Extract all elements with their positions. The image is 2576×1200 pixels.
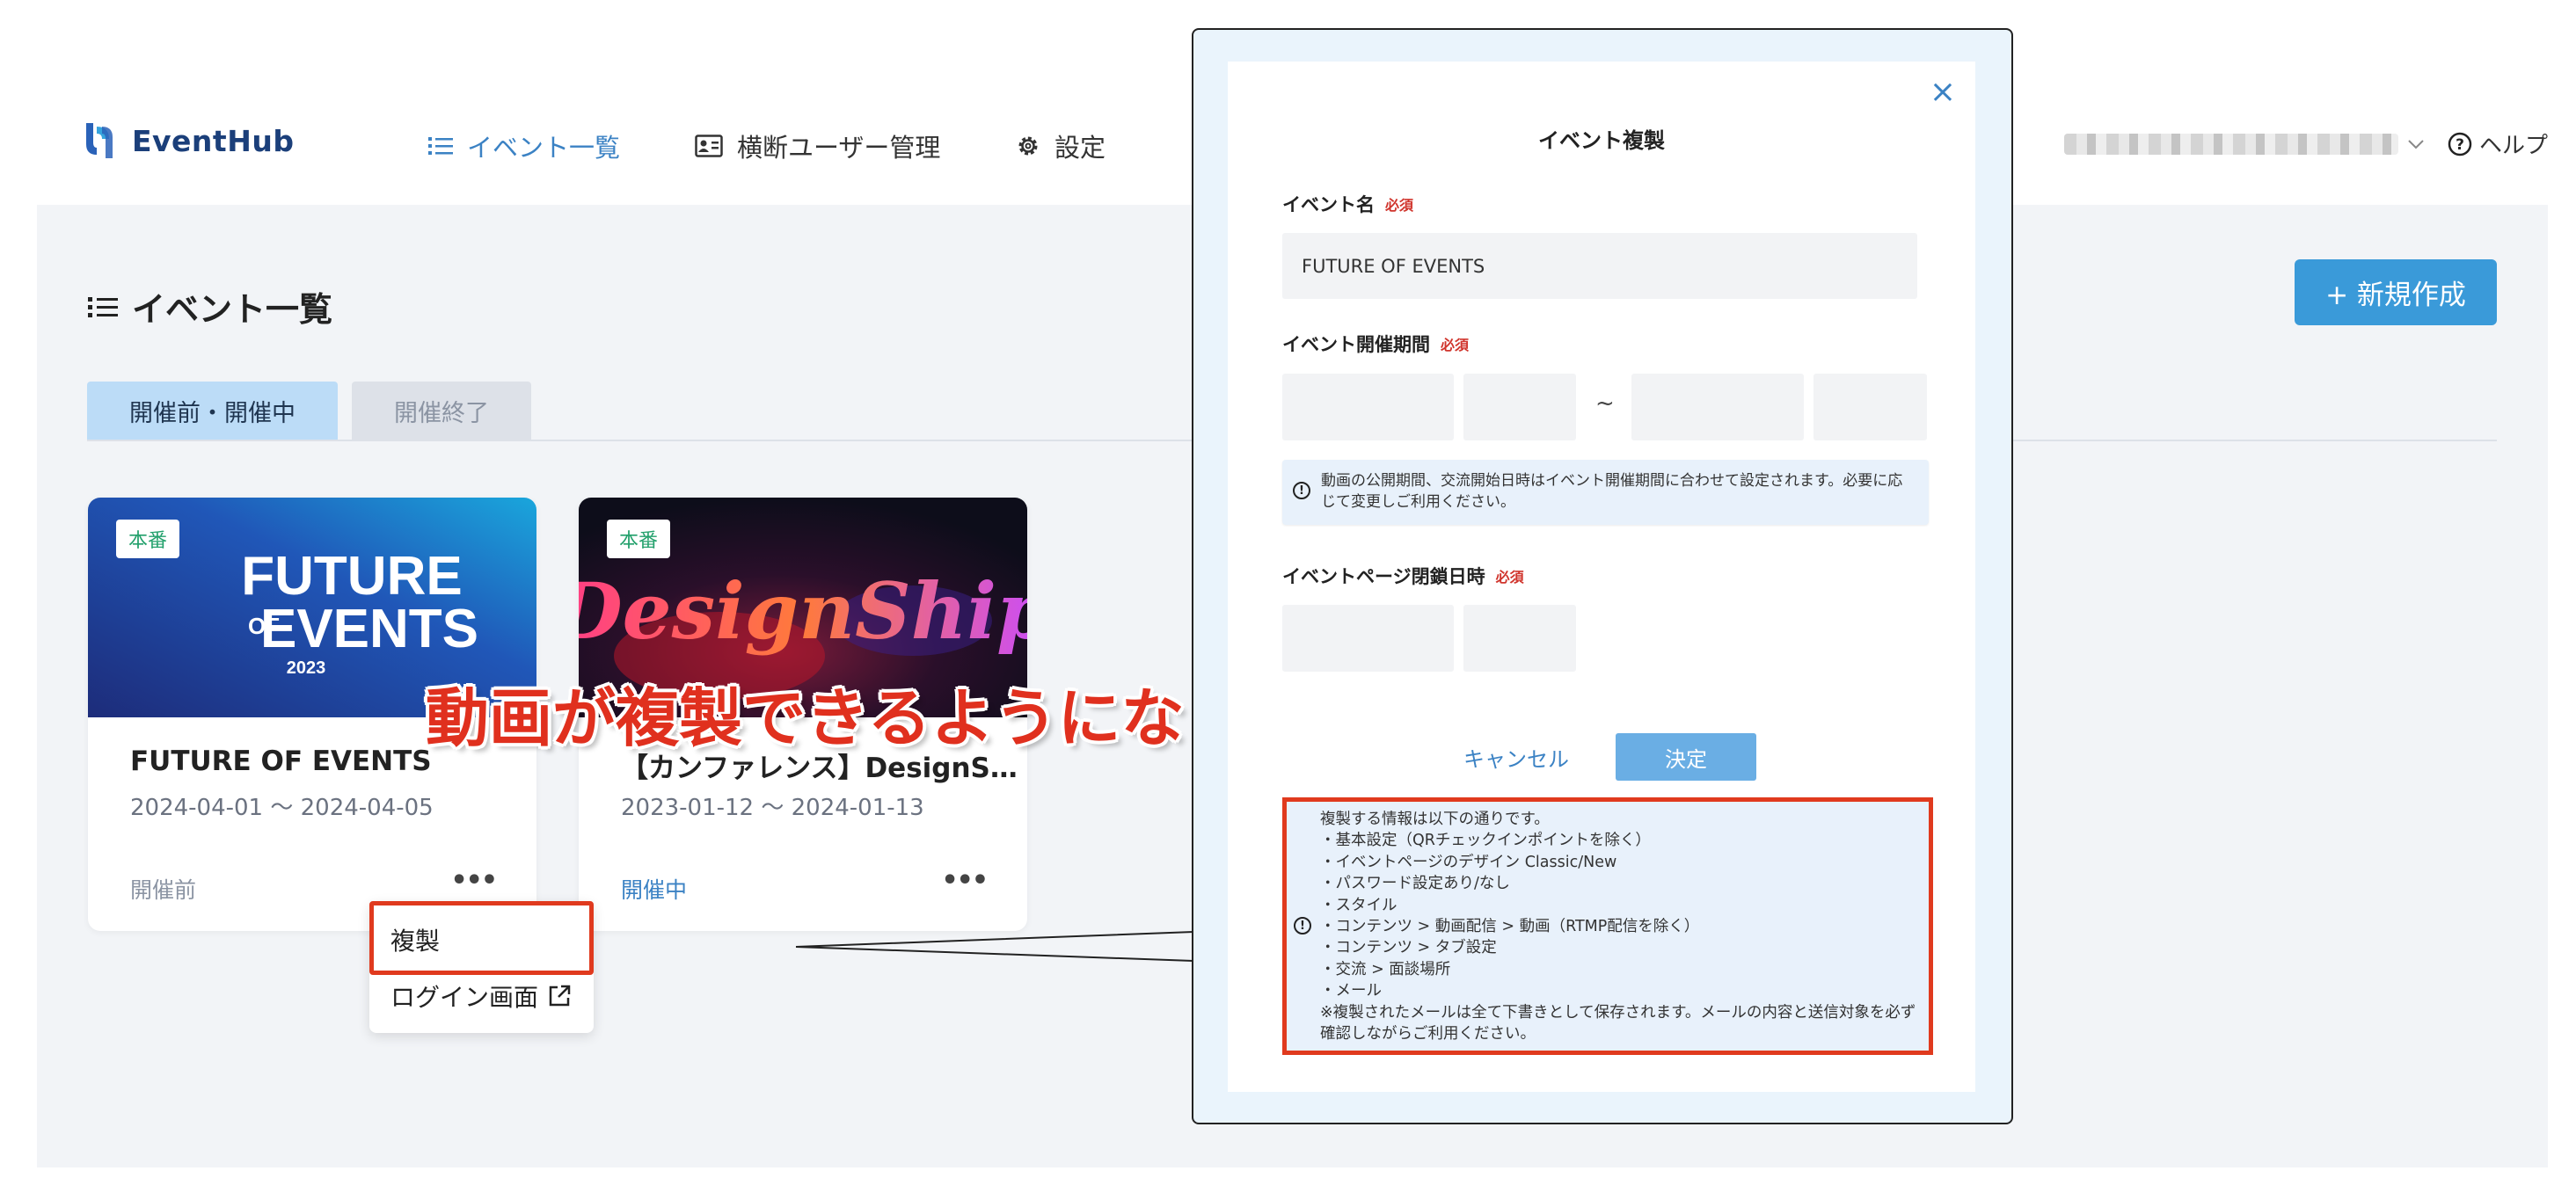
note-line: ・基本設定（QRチェックインポイントを除く） bbox=[1320, 832, 1651, 850]
tab-upcoming-ongoing[interactable]: 開催前・開催中 bbox=[87, 382, 338, 440]
confirm-button[interactable]: 決定 bbox=[1616, 733, 1756, 781]
tab-finished[interactable]: 開催終了 bbox=[352, 382, 531, 440]
note-line: ・スタイル bbox=[1320, 896, 1397, 914]
close-icon[interactable]: × bbox=[1930, 74, 1956, 110]
period-start-time-input[interactable] bbox=[1463, 374, 1576, 440]
nav-event-list-label: イベント一覧 bbox=[467, 133, 621, 163]
new-event-button[interactable]: + 新規作成 bbox=[2295, 259, 2497, 325]
note-line: ・コンテンツ > 動画配信 > 動画（RTMP配信を除く） bbox=[1320, 918, 1700, 936]
nav-settings[interactable]: 設定 bbox=[1016, 127, 1106, 164]
note-line: 複製する情報は以下の通りです。 bbox=[1320, 811, 1550, 828]
eventhub-logo-icon bbox=[86, 123, 113, 158]
page-title: イベント一覧 bbox=[88, 282, 332, 331]
more-options-button[interactable]: ••• bbox=[941, 865, 989, 896]
event-name-input[interactable]: FUTURE OF EVENTS bbox=[1282, 233, 1917, 299]
required-mark: 必須 bbox=[1385, 197, 1414, 214]
chevron-down-icon bbox=[2408, 139, 2424, 149]
event-name-label-text: イベント名 bbox=[1282, 194, 1375, 215]
nav-settings-label: 設定 bbox=[1054, 133, 1106, 163]
event-dates: 2023-01-12 〜 2024-01-13 bbox=[621, 795, 924, 821]
dialog-title: イベント複製 bbox=[1538, 128, 1665, 153]
note-line: 確認しながらご利用ください。 bbox=[1320, 1025, 1536, 1044]
menu-item-login-page-label: ログイン画面 bbox=[390, 983, 539, 1012]
help-label: ヘルプ bbox=[2478, 133, 2548, 159]
svg-text:DesignShip: DesignShip bbox=[579, 565, 1027, 657]
nav-cross-user-management[interactable]: 横断ユーザー管理 bbox=[695, 127, 940, 164]
production-badge: 本番 bbox=[116, 520, 180, 558]
nav-cross-user-management-label: 横断ユーザー管理 bbox=[737, 133, 941, 163]
nav-event-list[interactable]: イベント一覧 bbox=[428, 127, 620, 164]
svg-text:?: ? bbox=[2456, 136, 2464, 154]
list-icon bbox=[88, 296, 118, 317]
svg-text:FUTURE: FUTURE bbox=[241, 546, 462, 607]
brand-name: EventHub bbox=[132, 123, 295, 158]
help-link[interactable]: ? ヘルプ bbox=[2448, 127, 2548, 160]
page-close-time-input[interactable] bbox=[1463, 605, 1576, 672]
note-line: ・メール bbox=[1320, 982, 1382, 1000]
svg-text:EVENTS: EVENTS bbox=[260, 599, 478, 659]
gear-icon bbox=[1018, 136, 1038, 156]
event-period-label-text: イベント開催期間 bbox=[1282, 334, 1430, 355]
period-info-box: ! 動画の公開期間、交流開始日時はイベント開催期間に合わせて設定されます。必要に… bbox=[1282, 460, 1929, 525]
page-close-label-text: イベントページ閉鎖日時 bbox=[1282, 566, 1485, 587]
eventhub-logo[interactable]: EventHub bbox=[79, 118, 294, 164]
cancel-button[interactable]: キャンセル bbox=[1463, 742, 1569, 773]
menu-item-duplicate[interactable]: 複製 bbox=[390, 922, 440, 957]
menu-item-login-page[interactable]: ログイン画面 bbox=[390, 978, 572, 1014]
required-mark: 必須 bbox=[1441, 337, 1470, 353]
svg-text:2023: 2023 bbox=[287, 658, 326, 678]
page-close-datetime-label: イベントページ閉鎖日時 必須 bbox=[1282, 563, 1524, 589]
event-dates: 2024-04-01 〜 2024-04-05 bbox=[130, 795, 434, 821]
list-icon bbox=[428, 137, 453, 155]
note-lines: 複製する情報は以下の通りです。・基本設定（QRチェックインポイントを除く） ・イベ… bbox=[1320, 809, 1916, 1044]
page-title-text: イベント一覧 bbox=[132, 290, 333, 329]
production-badge: 本番 bbox=[607, 520, 671, 558]
period-start-date-input[interactable] bbox=[1282, 374, 1454, 440]
duplicated-items-note: ! 複製する情報は以下の通りです。・基本設定（QRチェックインポイントを除く） ・… bbox=[1282, 797, 1933, 1055]
info-icon: ! bbox=[1293, 482, 1310, 499]
info-icon: ! bbox=[1294, 917, 1311, 935]
period-separator: ~ bbox=[1595, 390, 1615, 417]
help-icon: ? bbox=[2448, 132, 2472, 156]
event-period-label: イベント開催期間 必須 bbox=[1282, 331, 1469, 357]
screen: EventHub イベント一覧 横断ユーザー管理 設定 ? ヘルプ イベント一覧… bbox=[0, 0, 2576, 1200]
note-line: ・コンテンツ > タブ設定 bbox=[1320, 939, 1497, 957]
id-card-icon bbox=[695, 135, 723, 157]
duplicate-event-dialog: × イベント複製 イベント名 必須 FUTURE OF EVENTS イベント開… bbox=[1228, 62, 1975, 1092]
more-options-button[interactable]: ••• bbox=[450, 865, 498, 896]
period-info-text: 動画の公開期間、交流開始日時はイベント開催期間に合わせて設定されます。必要に応じ… bbox=[1321, 472, 1903, 511]
header-user-area: ? ヘルプ bbox=[2063, 127, 2548, 160]
event-name-value: FUTURE OF EVENTS bbox=[1302, 255, 1485, 277]
event-title: FUTURE OF EVENTS bbox=[130, 745, 432, 777]
event-status: 開催中 bbox=[621, 877, 688, 903]
account-switcher[interactable] bbox=[2063, 133, 2425, 155]
account-name-blurred bbox=[2063, 133, 2398, 155]
menu-item-duplicate-label: 複製 bbox=[390, 927, 441, 956]
note-line: ・交流 > 面談場所 bbox=[1320, 960, 1451, 978]
required-mark: 必須 bbox=[1495, 569, 1524, 585]
period-end-time-input[interactable] bbox=[1813, 374, 1927, 440]
event-tabs: 開催前・開催中 開催終了 bbox=[87, 382, 531, 440]
note-line: ※複製されたメールは全て下書きとして保存されます。メールの内容と送信対象を必ず bbox=[1320, 1003, 1916, 1022]
note-line: ・パスワード設定あり/なし bbox=[1320, 875, 1510, 893]
external-link-icon bbox=[549, 985, 571, 1007]
note-line: ・イベントページのデザイン Classic/New bbox=[1320, 853, 1617, 871]
event-name-label: イベント名 必須 bbox=[1282, 191, 1413, 217]
period-end-date-input[interactable] bbox=[1631, 374, 1804, 440]
card-context-menu: 複製 ログイン画面 bbox=[369, 901, 594, 1033]
event-status: 開催前 bbox=[130, 877, 197, 903]
page-close-date-input[interactable] bbox=[1282, 605, 1454, 672]
